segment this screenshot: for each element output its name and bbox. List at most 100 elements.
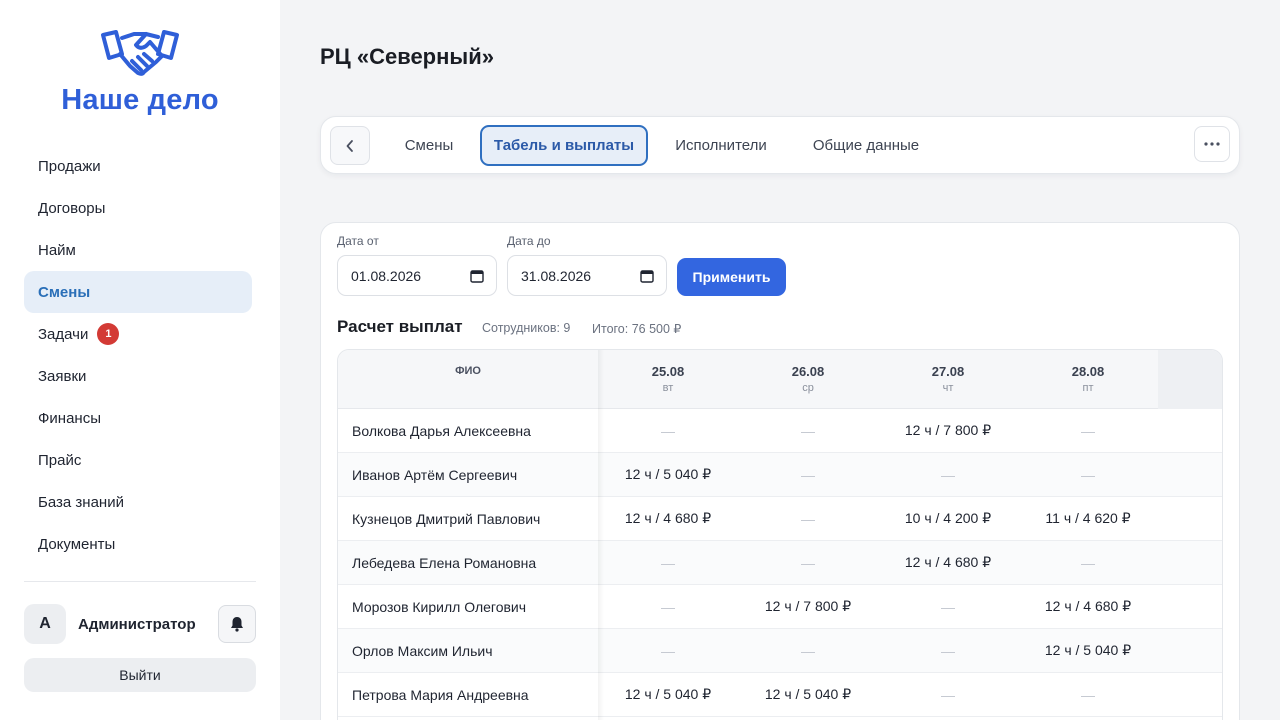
bell-icon <box>231 617 243 632</box>
table-row[interactable]: Иванов Артём Сергеевич 12 ч / 5 040 ₽ — — — <box>338 453 1222 497</box>
payments-table: ФИО 25.08 вт 26.08 ср 27.08 чт 28.08 пт Волк… <box>337 349 1223 720</box>
shift-cell[interactable]: — <box>598 409 738 452</box>
logout-button[interactable]: Выйти <box>24 658 256 692</box>
brand-name: Наше дело <box>61 84 219 116</box>
sidebar-item-label: Продажи <box>38 157 101 175</box>
sidebar-item-contracts[interactable]: Договоры <box>24 187 252 229</box>
handshake-icon <box>101 30 179 76</box>
table-row[interactable]: Петрова Мария Андреевна 12 ч / 5 040 ₽12 … <box>338 673 1222 717</box>
shift-cell[interactable]: — <box>738 409 878 452</box>
table-row[interactable]: Кузнецов Дмитрий Павлович 12 ч / 4 680 ₽ —… <box>338 497 1222 541</box>
day-date: 26.08 <box>791 364 825 379</box>
table-row[interactable]: Морозов Кирилл Олегович —12 ч / 7 800 ₽ —1… <box>338 585 1222 629</box>
shift-cell[interactable]: — <box>598 541 738 584</box>
shift-cell[interactable]: — <box>738 629 878 672</box>
table-row[interactable]: Орлов Максим Ильич — — —12 ч / 5 040 ₽ <box>338 629 1222 673</box>
shift-cell[interactable]: 12 ч / 4 680 ₽ <box>878 541 1018 584</box>
page-title: РЦ «Северный» <box>320 44 494 69</box>
calendar-icon[interactable] <box>640 269 654 283</box>
date-from-value: 01.08.2026 <box>351 267 422 284</box>
shift-cell[interactable]: — <box>878 453 1018 496</box>
shift-cell[interactable]: 12 ч / 4 680 ₽ <box>1018 585 1158 628</box>
shift-cell[interactable]: — <box>1018 541 1158 584</box>
avatar[interactable]: А <box>24 604 66 644</box>
shift-cell[interactable]: 12 ч / 5 040 ₽ <box>738 673 878 716</box>
shift-cell[interactable]: — <box>598 585 738 628</box>
shift-cell[interactable]: 11 ч / 4 620 ₽ <box>1018 497 1158 540</box>
column-header-day: 25.08 вт <box>598 350 738 409</box>
sidebar-item-label: База знаний <box>38 493 124 511</box>
sidebar-item-tasks[interactable]: Задачи 1 <box>24 313 252 355</box>
sidebar-item-finance[interactable]: Финансы <box>24 397 252 439</box>
employee-name: Кузнецов Дмитрий Павлович <box>352 510 541 527</box>
tab-performers[interactable]: Исполнители <box>659 125 783 166</box>
shift-cell[interactable]: — <box>1018 673 1158 716</box>
day-date: 27.08 <box>931 364 965 379</box>
back-button[interactable] <box>330 126 370 165</box>
shift-cell[interactable]: 10 ч / 4 200 ₽ <box>878 497 1018 540</box>
shift-cell[interactable]: — <box>738 541 878 584</box>
column-header-day: 27.08 чт <box>878 350 1018 409</box>
shift-cell[interactable]: — <box>598 629 738 672</box>
shift-cell[interactable]: — <box>878 673 1018 716</box>
sidebar-item-shifts[interactable]: Смены <box>24 271 252 313</box>
tab-shifts[interactable]: Смены <box>385 125 473 166</box>
employee-name: Петрова Мария Андреевна <box>352 686 529 703</box>
shift-cell[interactable]: 12 ч / 5 040 ₽ <box>598 673 738 716</box>
tab-timesheet-payments[interactable]: Табель и выплаты <box>480 125 648 166</box>
column-header-day: 26.08 ср <box>738 350 878 409</box>
day-weekday: пт <box>1082 382 1094 394</box>
apply-button[interactable]: Применить <box>677 258 786 296</box>
employee-name: Волкова Дарья Алексеевна <box>352 422 531 439</box>
sidebar: Наше дело Продажи Договоры Найм Смены За… <box>0 0 280 720</box>
employee-name: Орлов Максим Ильич <box>352 642 493 659</box>
table-row[interactable]: Лебедева Елена Романовна — —12 ч / 4 680 ₽… <box>338 541 1222 585</box>
brand-logo[interactable]: Наше дело <box>60 28 220 117</box>
day-weekday: ср <box>802 382 814 394</box>
day-weekday: чт <box>942 382 954 394</box>
user-panel: А Администратор <box>24 604 256 644</box>
date-to-input[interactable]: 31.08.2026 <box>507 255 667 296</box>
sidebar-item-price[interactable]: Прайс <box>24 439 252 481</box>
sidebar-item-sales[interactable]: Продажи <box>24 145 252 187</box>
day-weekday: вт <box>662 382 674 394</box>
more-horizontal-icon <box>1204 142 1220 146</box>
date-from-label: Дата от <box>337 234 379 248</box>
sidebar-item-label: Договоры <box>38 199 106 217</box>
column-header-filler <box>1158 350 1222 409</box>
shift-cell[interactable]: 12 ч / 5 040 ₽ <box>598 453 738 496</box>
shift-cell[interactable]: — <box>738 453 878 496</box>
notifications-button[interactable] <box>218 605 256 643</box>
shift-cell[interactable]: 12 ч / 5 040 ₽ <box>1018 629 1158 672</box>
employee-name: Лебедева Елена Романовна <box>352 554 537 571</box>
tabs-bar: Смены Табель и выплаты Исполнители Общие… <box>320 116 1240 174</box>
more-button[interactable] <box>1194 126 1230 162</box>
day-date: 25.08 <box>651 364 685 379</box>
sidebar-item-label: Прайс <box>38 451 82 469</box>
sidebar-item-label: Заявки <box>38 367 87 385</box>
chevron-left-icon <box>346 139 353 152</box>
sidebar-item-documents[interactable]: Документы <box>24 523 252 565</box>
sidebar-item-hiring[interactable]: Найм <box>24 229 252 271</box>
table-header: ФИО 25.08 вт 26.08 ср 27.08 чт 28.08 пт <box>338 350 1222 409</box>
tasks-count-badge: 1 <box>97 323 120 345</box>
shift-cell[interactable]: — <box>738 497 878 540</box>
employee-name: Иванов Артём Сергеевич <box>352 466 518 483</box>
shift-cell[interactable]: — <box>878 585 1018 628</box>
shift-cell[interactable]: 12 ч / 7 800 ₽ <box>738 585 878 628</box>
shift-cell[interactable]: — <box>878 629 1018 672</box>
table-row[interactable]: Волкова Дарья Алексеевна — —12 ч / 7 800 ₽… <box>338 409 1222 453</box>
sidebar-item-partial[interactable]: К <box>24 565 252 582</box>
shift-cell[interactable]: 12 ч / 4 680 ₽ <box>598 497 738 540</box>
employee-name: Морозов Кирилл Олегович <box>352 598 527 615</box>
shift-cell[interactable]: — <box>1018 409 1158 452</box>
calendar-icon[interactable] <box>470 269 484 283</box>
shift-cell[interactable]: 12 ч / 7 800 ₽ <box>878 409 1018 452</box>
sidebar-item-knowledge-base[interactable]: База знаний <box>24 481 252 523</box>
sidebar-item-requests[interactable]: Заявки <box>24 355 252 397</box>
date-to-value: 31.08.2026 <box>521 267 592 284</box>
shift-cell[interactable]: — <box>1018 453 1158 496</box>
payments-card: Дата от 01.08.2026 Дата до 31.08.2026 Пр… <box>320 222 1240 720</box>
date-from-input[interactable]: 01.08.2026 <box>337 255 497 296</box>
tab-general-data[interactable]: Общие данные <box>803 125 929 166</box>
